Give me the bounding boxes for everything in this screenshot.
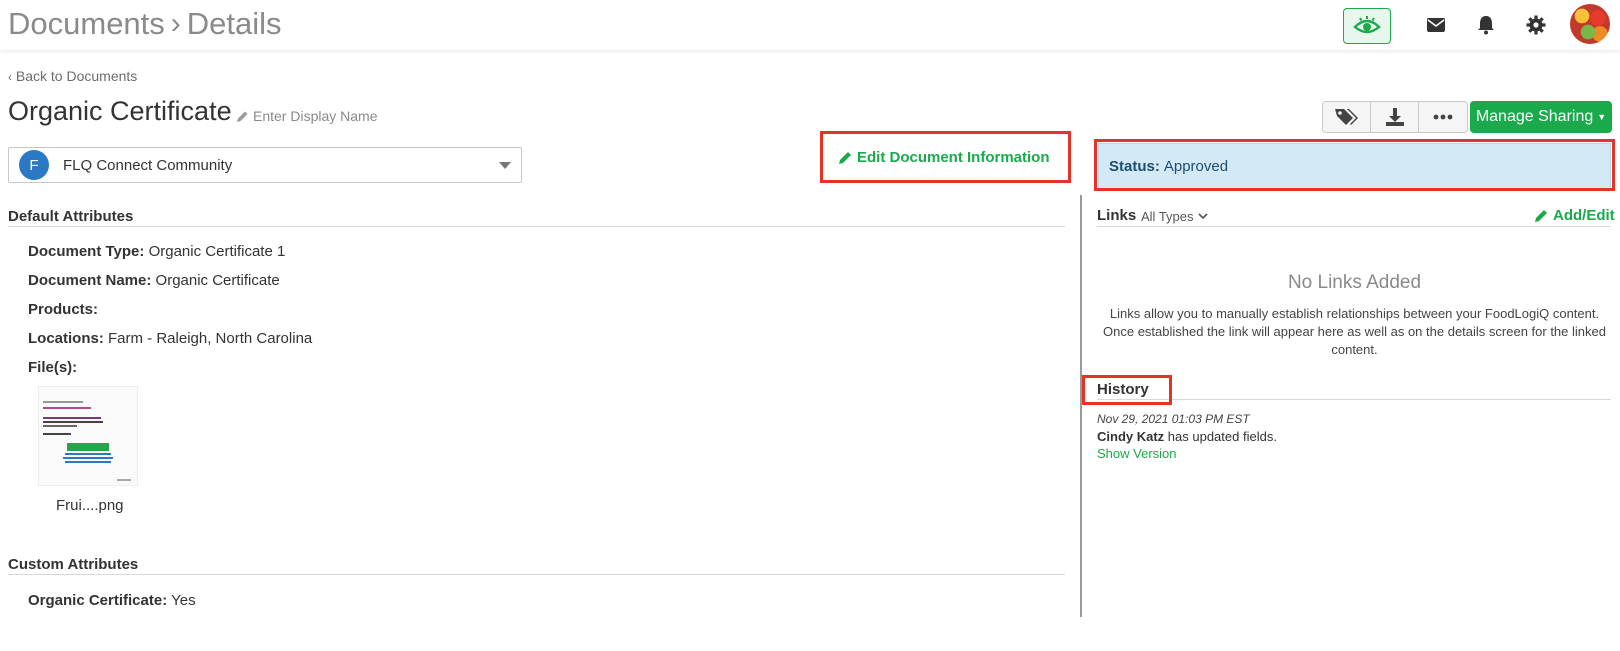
attr-label: Document Type: — [28, 243, 145, 260]
highlight-box-history — [1082, 375, 1172, 405]
gear-icon[interactable] — [1524, 13, 1548, 37]
links-filter-value: All Types — [1141, 209, 1194, 224]
divider — [1097, 226, 1611, 227]
download-icon — [1385, 108, 1404, 126]
pencil-icon — [1535, 209, 1547, 222]
display-name-placeholder: Enter Display Name — [253, 108, 378, 124]
breadcrumb-details: Details — [186, 6, 282, 41]
edit-document-label: Edit Document Information — [857, 149, 1050, 166]
document-action-group — [1322, 101, 1468, 133]
breadcrumb-separator: › — [170, 7, 181, 40]
attr-label: Locations: — [28, 330, 104, 347]
pencil-icon — [839, 151, 851, 164]
caret-down-icon — [499, 162, 511, 169]
community-name: FLQ Connect Community — [63, 156, 233, 174]
chevron-left-icon: ‹ — [8, 70, 12, 84]
enter-display-name-button[interactable]: Enter Display Name — [236, 108, 378, 124]
attr-label: Organic Certificate: — [28, 592, 168, 609]
attr-value: Organic Certificate — [155, 272, 280, 289]
download-button[interactable] — [1371, 102, 1419, 132]
manage-sharing-button[interactable]: Manage Sharing ▼ — [1470, 101, 1612, 133]
add-edit-label: Add/Edit — [1553, 207, 1615, 224]
eye-icon — [1353, 16, 1381, 34]
community-select[interactable]: F FLQ Connect Community — [8, 147, 522, 183]
tag-button[interactable] — [1323, 102, 1371, 132]
attr-products: Products: — [28, 301, 98, 318]
divider — [8, 574, 1065, 575]
file-name[interactable]: Frui....png — [56, 497, 124, 514]
history-entry-action: has updated fields. — [1167, 429, 1277, 444]
attr-label: File(s): — [28, 359, 78, 376]
add-edit-links-button[interactable]: Add/Edit — [1534, 207, 1615, 224]
divider — [1097, 399, 1611, 400]
envelope-icon[interactable] — [1424, 13, 1448, 37]
pencil-icon — [237, 111, 248, 122]
attr-label: Products: — [28, 301, 99, 318]
back-to-documents-link[interactable]: ‹ Back to Documents — [8, 68, 137, 84]
top-bar: Documents › Details — [0, 0, 1620, 50]
highlight-box-status — [1094, 139, 1615, 191]
page-title: Organic Certificate — [8, 96, 232, 126]
breadcrumb: Documents › Details — [8, 6, 282, 42]
attr-label: Document Name: — [28, 272, 152, 289]
file-preview-image — [39, 387, 137, 485]
eye-button[interactable] — [1343, 8, 1391, 44]
attr-files: File(s): — [28, 359, 77, 376]
column-divider — [1080, 195, 1082, 617]
attr-document-type: Document Type: Organic Certificate 1 — [28, 243, 285, 260]
avatar[interactable] — [1570, 4, 1610, 44]
attr-value: Farm - Raleigh, North Carolina — [108, 330, 313, 347]
bell-icon[interactable] — [1474, 13, 1498, 37]
links-heading: Links — [1097, 207, 1137, 224]
history-entry-date: Nov 29, 2021 01:03 PM EST — [1097, 412, 1250, 426]
divider — [8, 226, 1065, 227]
community-initial-badge: F — [19, 150, 49, 180]
more-options-button[interactable] — [1419, 102, 1467, 132]
custom-attributes-heading: Custom Attributes — [8, 556, 139, 573]
no-links-title: No Links Added — [1287, 272, 1422, 293]
ellipsis-icon — [1433, 114, 1453, 120]
manage-sharing-label: Manage Sharing — [1475, 108, 1594, 125]
history-entry-text: Cindy Katz has updated fields. — [1097, 429, 1277, 444]
attr-value: Organic Certificate 1 — [148, 243, 286, 260]
edit-document-information-button[interactable]: Edit Document Information — [838, 149, 1050, 166]
attr-locations: Locations: Farm - Raleigh, North Carolin… — [28, 330, 312, 347]
back-label: Back to Documents — [15, 68, 138, 84]
default-attributes-heading: Default Attributes — [8, 208, 134, 225]
show-version-link[interactable]: Show Version — [1097, 446, 1177, 461]
links-description: Links allow you to manually establish re… — [1103, 306, 1606, 357]
chevron-down-icon — [1197, 213, 1208, 220]
history-entry-user: Cindy Katz — [1097, 429, 1165, 444]
attr-organic-certificate: Organic Certificate: Yes — [28, 592, 196, 609]
links-type-filter[interactable]: All Types — [1141, 209, 1208, 224]
breadcrumb-documents[interactable]: Documents — [8, 6, 165, 42]
file-thumbnail[interactable] — [38, 386, 138, 486]
tag-icon — [1334, 109, 1358, 125]
attr-value: Yes — [171, 592, 196, 609]
caret-down-icon: ▼ — [1597, 112, 1607, 122]
attr-document-name: Document Name: Organic Certificate — [28, 272, 280, 289]
